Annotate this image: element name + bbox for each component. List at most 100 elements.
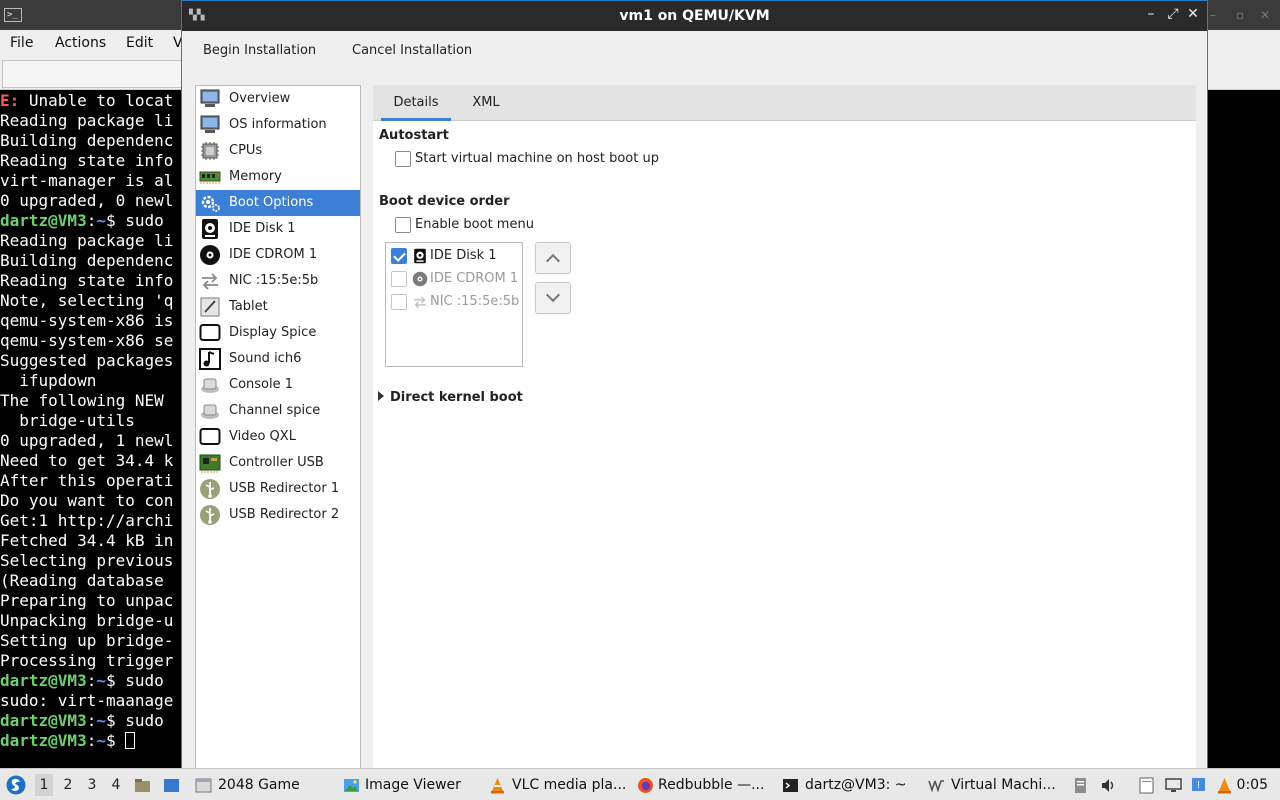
hardware-item-label: Console 1 [229, 377, 294, 392]
workspace-3[interactable]: 3 [83, 777, 101, 793]
terminal-text-segment: Unpacking bridge-u [0, 611, 174, 630]
update-notifier-icon[interactable]: ! [1190, 777, 1207, 794]
workspace-4[interactable]: 4 [107, 777, 125, 793]
hardware-item-ide-cdrom-1[interactable]: IDE CDROM 1 [196, 242, 360, 268]
menu-file[interactable]: File [10, 35, 33, 51]
hardware-item-tablet[interactable]: Tablet [196, 294, 360, 320]
enable-boot-menu-label[interactable]: Enable boot menu [415, 217, 534, 232]
restore-icon[interactable]: ⤢ [1164, 6, 1182, 22]
terminal-line: Preparing to unpac [0, 591, 182, 611]
enable-boot-menu-checkbox[interactable] [395, 217, 411, 233]
terminal-text-segment: Suggested packages [0, 351, 174, 370]
terminal-minimize-icon[interactable]: – [1210, 8, 1216, 22]
boot-device-label: NIC :15:5e:5b [430, 294, 520, 309]
clipboard-icon[interactable] [1072, 777, 1089, 794]
move-down-button[interactable] [535, 282, 571, 314]
hardware-item-usb-redirector-1[interactable]: USB Redirector 1 [196, 476, 360, 502]
boot-device-label: IDE Disk 1 [430, 248, 497, 263]
terminal-text-segment: qemu-system-x86 is [0, 311, 174, 330]
hardware-item-console-1[interactable]: Console 1 [196, 372, 360, 398]
boot-device-checkbox[interactable] [391, 271, 407, 287]
terminal-text-segment: : [86, 211, 97, 230]
terminal-icon: >_ [4, 8, 22, 22]
terminal-text-segment: dartz@VM3 [0, 731, 87, 750]
hardware-item-nic-15-5e-5b[interactable]: NIC :15:5e:5b [196, 268, 360, 294]
vlc-tray-icon[interactable] [1216, 777, 1233, 794]
terminal-line: qemu-system-x86 is [0, 311, 182, 331]
hardware-item-memory[interactable]: Memory [196, 164, 360, 190]
terminal-text-segment: Building dependenc [0, 131, 174, 150]
expander-arrow-icon [378, 391, 384, 401]
terminal-line: 0 upgraded, 0 newl [0, 191, 182, 211]
disk-icon [199, 218, 221, 240]
hardware-item-ide-disk-1[interactable]: IDE Disk 1 [196, 216, 360, 242]
notes-icon[interactable] [1138, 777, 1155, 794]
begin-installation-button[interactable]: Begin Installation [203, 43, 316, 58]
terminal-text-segment: Unable to locat [28, 91, 174, 110]
terminal-text-segment: $ sudo [105, 671, 174, 690]
hardware-item-cpus[interactable]: CPUs [196, 138, 360, 164]
terminal-text-segment: The following NEW [0, 391, 174, 410]
terminal-text-segment: qemu-system-x86 se [0, 331, 174, 350]
console-icon [199, 374, 221, 396]
terminal-text-segment: ~ [96, 671, 106, 690]
tab-xml[interactable]: XML [459, 85, 513, 121]
menu-edit[interactable]: Edit [126, 35, 153, 51]
boot-device-list: IDE Disk 1 IDE CDROM 1 NIC :15:5e:5b [385, 242, 523, 367]
autostart-checkbox[interactable] [395, 151, 411, 167]
hardware-item-video-qxl[interactable]: Video QXL [196, 424, 360, 450]
workspace-2[interactable]: 2 [59, 777, 77, 793]
workspace-1[interactable]: 1 [35, 774, 53, 796]
terminal-text-segment: ifupdown [0, 371, 97, 390]
terminal-close-icon[interactable]: ✕ [1260, 8, 1270, 22]
hardware-item-sound-ich6[interactable]: Sound ich6 [196, 346, 360, 372]
hardware-item-label: Boot Options [229, 195, 314, 210]
boot-device-row[interactable]: NIC :15:5e:5b [386, 291, 522, 314]
terminal-line: After this operati [0, 471, 182, 491]
cpu-icon [199, 140, 221, 162]
hardware-item-boot-options[interactable]: Boot Options [196, 190, 360, 216]
terminal-text-segment: Fetched 34.4 kB in [0, 531, 174, 550]
terminal-text-segment: Note, selecting 'q [0, 291, 174, 310]
hardware-item-usb-redirector-2[interactable]: USB Redirector 2 [196, 502, 360, 528]
terminal-line: dartz@VM3:~$ sudo [0, 711, 182, 731]
gear-icon [199, 192, 221, 214]
terminal-maximize-icon[interactable]: ▫ [1236, 8, 1244, 22]
boot-device-checkbox[interactable] [391, 294, 407, 310]
file-manager-icon[interactable] [134, 777, 151, 794]
hardware-item-controller-usb[interactable]: Controller USB [196, 450, 360, 476]
close-icon[interactable]: ✕ [1184, 6, 1202, 22]
boot-device-row[interactable]: IDE CDROM 1 [386, 268, 522, 291]
menu-actions[interactable]: Actions [55, 35, 106, 51]
hardware-item-os-information[interactable]: OS information [196, 112, 360, 138]
terminal-output[interactable]: E: Unable to locat Reading package li Buil… [0, 91, 182, 761]
terminal-line: 0 upgraded, 1 newl [0, 431, 182, 451]
cancel-installation-button[interactable]: Cancel Installation [352, 43, 472, 58]
vm-titlebar: ▚▚ vm1 on QEMU/KVM – ⤢ ✕ [182, 1, 1207, 31]
hardware-item-overview[interactable]: Overview [196, 86, 360, 112]
tab-details[interactable]: Details [381, 85, 451, 121]
minimize-icon[interactable]: – [1142, 6, 1160, 22]
move-up-button[interactable] [535, 242, 571, 274]
firefox-icon [638, 778, 653, 793]
show-desktop-icon[interactable] [163, 777, 180, 794]
terminal-line: Unpacking bridge-u [0, 611, 182, 631]
terminal-text-segment: dartz@VM3 [0, 671, 87, 690]
boot-device-checkbox[interactable] [391, 248, 407, 264]
hardware-item-label: USB Redirector 2 [229, 507, 340, 522]
boot-device-row[interactable]: IDE Disk 1 [386, 245, 522, 268]
terminal-cursor [125, 732, 136, 749]
hardware-item-display-spice[interactable]: Display Spice [196, 320, 360, 346]
volume-icon[interactable] [1100, 777, 1117, 794]
hardware-item-label: OS information [229, 117, 327, 132]
terminal-text-segment: (Reading database [0, 571, 174, 590]
terminal-text-segment: $ sudo [105, 711, 174, 730]
autostart-checkbox-label[interactable]: Start virtual machine on host boot up [415, 151, 659, 166]
terminal-line: Setting up bridge- [0, 631, 182, 651]
terminal-line: Do you want to con [0, 491, 182, 511]
hardware-item-channel-spice[interactable]: Channel spice [196, 398, 360, 424]
terminal-line: Reading state info [0, 271, 182, 291]
display-tray-icon[interactable] [1165, 777, 1182, 794]
direct-kernel-boot-expander[interactable]: Direct kernel boot [378, 390, 523, 405]
start-menu-icon[interactable] [6, 775, 26, 795]
